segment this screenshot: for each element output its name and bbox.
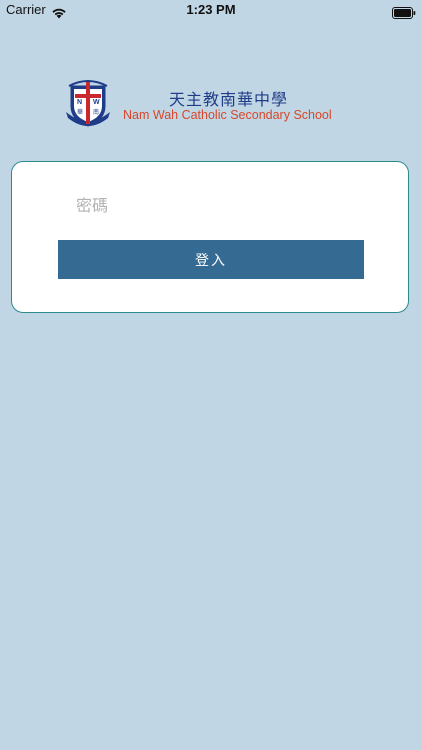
login-button[interactable]: 登入 — [58, 240, 364, 279]
school-crest-icon: N W 華 南 — [63, 78, 113, 132]
password-input[interactable] — [76, 190, 366, 220]
school-header: N W 華 南 天主教南華中學 Nam Wah Catholic Seconda… — [63, 78, 353, 134]
svg-text:華: 華 — [77, 108, 83, 116]
status-time: 1:23 PM — [186, 2, 236, 17]
battery-icon — [392, 4, 416, 19]
status-bar: Carrier 1:23 PM — [0, 0, 422, 22]
school-name-english: Nam Wah Catholic Secondary School — [123, 108, 332, 122]
svg-text:W: W — [93, 99, 100, 106]
school-name-chinese: 天主教南華中學 — [169, 90, 289, 109]
svg-text:N: N — [77, 99, 82, 106]
svg-text:南: 南 — [93, 108, 99, 116]
login-card: 登入 — [11, 161, 409, 313]
